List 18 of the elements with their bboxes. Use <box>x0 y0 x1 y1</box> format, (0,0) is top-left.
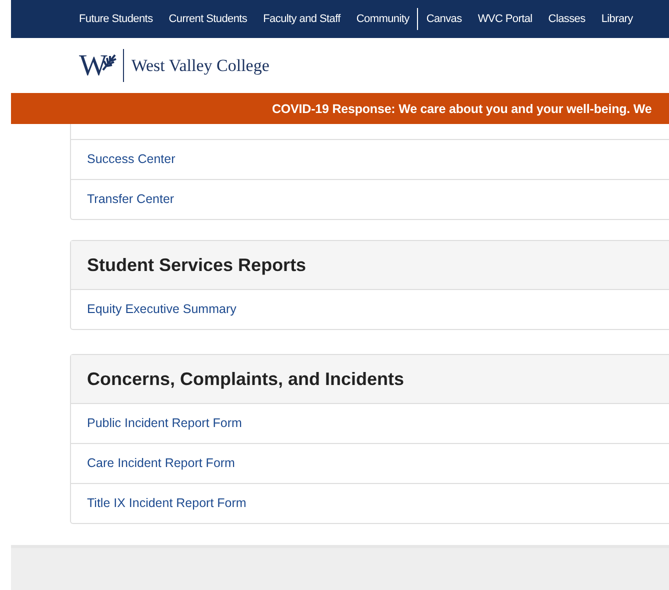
panel-link[interactable]: Public Incident Report Form <box>71 404 669 443</box>
college-logo[interactable]: W West Valley College <box>79 49 270 82</box>
panel-heading: Concerns, Complaints, and Incidents <box>71 355 669 404</box>
nav-link[interactable]: WVC Portal <box>470 13 540 25</box>
nav-link[interactable]: Library <box>593 13 641 25</box>
nav-link[interactable]: Current Students <box>160 13 256 25</box>
nav-link[interactable]: Canvas <box>418 13 470 25</box>
alert-banner-text: COVID-19 Response: We care about you and your well-being. We <box>272 102 652 116</box>
panel-link[interactable]: Care Incident Report Form <box>71 443 669 483</box>
panel-link[interactable]: Equity Executive Summary <box>71 290 669 329</box>
nav-link[interactable]: Future Students <box>71 13 161 25</box>
panel-link[interactable]: Transfer Center <box>71 179 669 219</box>
nav-link[interactable]: Faculty and Staff <box>255 13 348 25</box>
nav-link[interactable]: Community <box>348 13 418 25</box>
panel-heading: Student Services Reports <box>71 241 669 290</box>
panel-link[interactable]: Title IX Incident Report Form <box>71 483 669 523</box>
nav-link[interactable]: Classes <box>540 13 594 25</box>
panel-link[interactable]: Success Center <box>71 140 669 179</box>
